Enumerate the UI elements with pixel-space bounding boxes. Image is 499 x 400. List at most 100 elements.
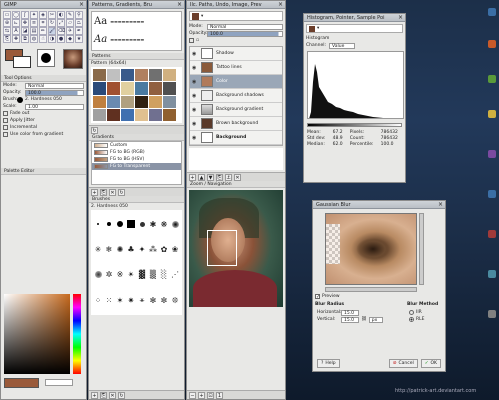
perspective-clone-tool-icon[interactable]: ⧉ — [21, 35, 29, 43]
gradient-checkbox[interactable] — [3, 132, 8, 137]
brush-swatch[interactable]: ❊ — [170, 288, 180, 313]
gradient-item[interactable]: FG to BG (HSV) — [92, 156, 181, 163]
font-item[interactable]: Aa ▬▬▬▬▬▬▬▬▬ — [92, 30, 181, 48]
gradient-item[interactable]: FG to BG (RGB) — [92, 149, 181, 156]
duplicate-layer-icon[interactable]: ⎘ — [216, 174, 223, 181]
airbrush-tool-icon[interactable]: ✈ — [66, 27, 74, 35]
free-select-tool-icon[interactable]: ʃ — [21, 11, 29, 19]
eye-icon[interactable]: ◉ — [192, 121, 198, 127]
preview-checkbox[interactable]: ✓ — [315, 294, 320, 300]
brush-swatch[interactable]: ✶ — [115, 288, 125, 313]
vertical-input[interactable]: 15.0 — [341, 316, 359, 323]
eye-icon[interactable]: ◉ — [192, 135, 198, 141]
layers-titlebar[interactable]: Ilc. Paths, Undo, Image, Prev × — [187, 1, 285, 9]
scissors-tool-icon[interactable]: ✂ — [48, 11, 56, 19]
layer-row[interactable]: ◉ Background shadows — [190, 89, 282, 103]
raise-layer-icon[interactable]: ▲ — [198, 174, 205, 181]
brush-swatch[interactable]: ⋰ — [170, 263, 180, 287]
fade-row[interactable]: Fade out — [1, 110, 86, 117]
patterns-tab[interactable]: Patterns — [89, 53, 184, 60]
lower-layer-icon[interactable]: ▼ — [207, 174, 214, 181]
pattern-swatch[interactable] — [149, 69, 162, 82]
eraser-tool-icon[interactable]: ⌫ — [57, 27, 65, 35]
pattern-swatch[interactable] — [163, 82, 176, 95]
layer-row-selected[interactable]: ◉ Color — [190, 75, 282, 89]
zoom-fit-icon[interactable]: ⊡ — [207, 392, 214, 399]
unit-select[interactable]: px — [368, 316, 383, 323]
brush-swatch[interactable]: ✱ — [148, 212, 158, 236]
blend-tool-icon[interactable]: ▤ — [30, 27, 38, 35]
flip-tool-icon[interactable]: ⇆ — [3, 27, 11, 35]
histogram-titlebar[interactable]: Histogram, Pointer, Sample Poi × — [304, 14, 405, 22]
active-image-thumbnail[interactable] — [63, 49, 83, 69]
pattern-swatch[interactable] — [121, 82, 134, 95]
brush-swatch[interactable]: ❋ — [159, 212, 169, 236]
clone-tool-icon[interactable]: ⎘ — [3, 35, 11, 43]
layer-mode-select[interactable]: Normal — [207, 23, 283, 30]
close-icon[interactable]: × — [398, 14, 403, 21]
align-tool-icon[interactable]: ≡ — [30, 19, 38, 27]
eye-icon[interactable]: ◉ — [192, 65, 198, 71]
color-select-tool-icon[interactable]: ◈ — [39, 11, 47, 19]
layer-row[interactable]: ◉ Background gradient — [190, 103, 282, 117]
anchor-layer-icon[interactable]: ⚓ — [225, 174, 232, 181]
lock-checkbox[interactable] — [189, 38, 194, 43]
pencil-tool-icon[interactable]: ✏ — [39, 27, 47, 35]
pattern-swatch[interactable] — [149, 82, 162, 95]
rle-radio[interactable] — [409, 317, 414, 322]
brush-swatch[interactable]: ❄ — [104, 237, 114, 261]
dock-app-icon[interactable] — [488, 270, 496, 278]
iir-row[interactable]: IIR — [407, 309, 443, 316]
image-selector[interactable]: ▾ — [189, 11, 283, 21]
layer-opacity-slider[interactable]: 100.0 — [207, 30, 283, 37]
paths-tool-icon[interactable]: ✎ — [66, 11, 74, 19]
fade-checkbox[interactable] — [3, 111, 8, 116]
scale-tool-icon[interactable]: ⤢ — [57, 19, 65, 27]
rect-select-tool-icon[interactable]: ▭ — [3, 11, 11, 19]
brush-swatch[interactable]: ✴ — [126, 263, 136, 287]
layer-row[interactable]: ◉ Tattoo lines — [190, 61, 282, 75]
preview-hscroll[interactable] — [325, 287, 417, 292]
refresh-icon[interactable]: ↻ — [118, 392, 125, 399]
pattern-swatch[interactable] — [107, 82, 120, 95]
pattern-swatch[interactable] — [163, 108, 176, 121]
brushes-tab[interactable]: Brushes — [89, 196, 184, 203]
background-color-swatch[interactable] — [13, 56, 31, 68]
extra-tool-2-icon[interactable]: ◆ — [66, 35, 74, 43]
brush-swatch[interactable]: ✳ — [93, 237, 103, 261]
dock-app-icon[interactable] — [488, 310, 496, 318]
rotate-tool-icon[interactable]: ↻ — [48, 19, 56, 27]
brush-swatch[interactable]: ♣ — [126, 237, 136, 261]
blur-tool-icon[interactable]: ◍ — [30, 35, 38, 43]
duplicate-icon[interactable]: ⎘ — [100, 189, 107, 196]
move-tool-icon[interactable]: ✥ — [21, 19, 29, 27]
brush-swatch[interactable] — [93, 212, 103, 236]
layer-row[interactable]: ◉ Background — [190, 131, 282, 145]
duplicate-icon[interactable]: ⎘ — [100, 392, 107, 399]
smudge-tool-icon[interactable]: ☝ — [39, 35, 47, 43]
zoom-100-icon[interactable]: 1 — [216, 392, 223, 399]
close-icon[interactable]: × — [79, 1, 84, 8]
hue-slider[interactable] — [73, 294, 81, 374]
mode-select[interactable]: Normal — [25, 82, 84, 89]
delete-icon[interactable]: ✕ — [109, 189, 116, 196]
pattern-swatch[interactable] — [93, 82, 106, 95]
font-item[interactable]: Aa ▬▬▬▬▬▬▬▬▬ — [92, 12, 181, 30]
pattern-swatch[interactable] — [107, 95, 120, 108]
extra-tool-1-icon[interactable]: ● — [57, 35, 65, 43]
brush-swatch[interactable]: ❀ — [170, 237, 180, 261]
foreground-select-tool-icon[interactable]: ◐ — [57, 11, 65, 19]
brush-swatch[interactable]: ▓ — [137, 263, 147, 287]
measure-tool-icon[interactable]: ⊾ — [12, 19, 20, 27]
zoom-tool-icon[interactable]: ⊕ — [3, 19, 11, 27]
brush-swatch[interactable] — [170, 212, 180, 236]
paintbrush-tool-icon[interactable]: 🖌 — [48, 27, 56, 35]
brush-swatch[interactable]: ░ — [159, 263, 169, 287]
brush-swatch[interactable]: ✲ — [104, 263, 114, 287]
brush-swatch[interactable] — [93, 263, 103, 287]
layer-row[interactable]: ◉ Brown background — [190, 117, 282, 131]
pattern-swatch[interactable] — [135, 69, 148, 82]
eye-icon[interactable]: ◉ — [192, 79, 198, 85]
cancel-button[interactable]: ⊘ Cancel — [388, 359, 418, 368]
extra-tool-3-icon[interactable]: ★ — [75, 35, 83, 43]
